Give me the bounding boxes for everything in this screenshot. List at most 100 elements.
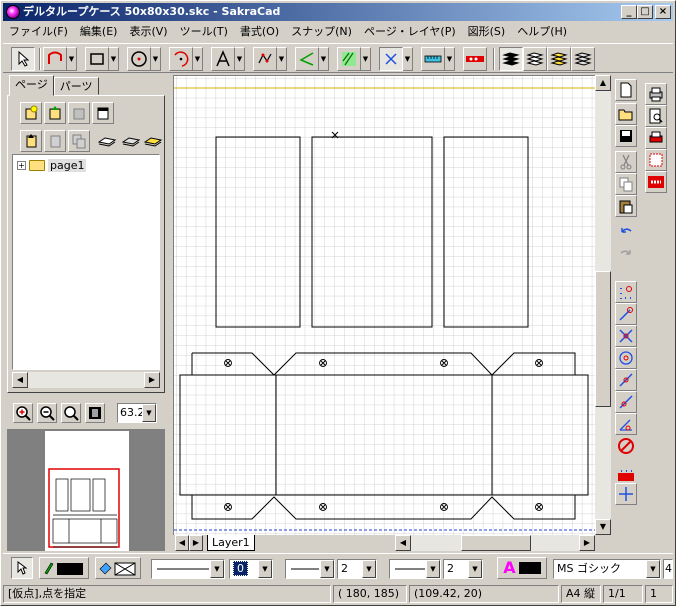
insert-page-button[interactable] [44,102,66,124]
expand-icon[interactable]: + [17,161,26,170]
menu-tool[interactable]: ツール(T) [174,22,234,41]
scroll-track[interactable] [28,372,144,388]
chevron-down-icon[interactable]: ▼ [320,560,334,578]
line-style-select[interactable]: ▼ [151,559,225,579]
rectangle-tool-button[interactable] [85,47,109,71]
maximize-button[interactable]: □ [637,5,653,19]
angle-dropdown[interactable]: ▼ [319,47,329,71]
scroll-track[interactable] [411,535,579,551]
circle-tool-button[interactable] [127,47,151,71]
hatch-dropdown[interactable]: ▼ [361,47,371,71]
snap-center-button[interactable] [615,347,637,369]
close-button[interactable]: × [655,5,671,19]
fill-color-button[interactable] [95,557,141,579]
open-file-button[interactable] [615,103,637,125]
rectangle-dropdown[interactable]: ▼ [109,47,119,71]
menu-format[interactable]: 書式(O) [234,22,285,41]
chevron-down-icon[interactable]: ▼ [646,560,660,578]
layer-prev-icon[interactable]: ◀ [175,535,189,551]
snap-intersection-button[interactable] [615,325,637,347]
paste-button[interactable] [615,195,637,217]
tab-page[interactable]: ページ [9,75,54,96]
ruler-dropdown[interactable]: ▼ [445,47,455,71]
layer-white-button[interactable] [96,130,118,152]
text-color-button[interactable]: A [497,557,547,579]
snap-cross-button[interactable] [379,47,403,71]
text-dropdown[interactable]: ▼ [235,47,245,71]
printer-setup-button[interactable] [645,127,667,149]
polyline-dropdown[interactable]: ▼ [67,47,77,71]
hatch-tool-button[interactable] [337,47,361,71]
snap-endpoint-button[interactable] [615,303,637,325]
menu-file[interactable]: ファイル(F) [3,22,74,41]
page-tree[interactable]: + page1 [12,154,160,370]
layer-yellow-button[interactable] [142,130,164,152]
page-up-button[interactable] [20,130,42,152]
new-page-button[interactable] [20,102,42,124]
text-tool-button[interactable] [211,47,235,71]
scroll-left-icon[interactable]: ◀ [395,535,411,551]
dimension-tool-button[interactable] [253,47,277,71]
menu-view[interactable]: 表示(V) [123,22,173,41]
menu-snap[interactable]: スナップ(N) [285,22,358,41]
layer-tab[interactable]: Layer1 [207,535,255,551]
snap-dropdown[interactable]: ▼ [403,47,413,71]
ruler-tool-button[interactable] [421,47,445,71]
scroll-right-icon[interactable]: ▶ [144,372,160,388]
snap-off-button[interactable] [615,435,637,457]
line-color-button[interactable] [39,557,89,579]
layer-stack-black-button[interactable] [499,47,523,71]
layer-stack-white-button[interactable] [523,47,547,71]
save-button[interactable] [615,125,637,147]
font-size-select[interactable]: 4 [663,559,673,579]
print-button[interactable] [645,83,667,105]
scroll-down-icon[interactable]: ▼ [595,519,611,535]
minimize-button[interactable]: _ [621,5,637,19]
arrow-type-select[interactable]: ▼ [389,559,441,579]
redo-button[interactable] [615,243,637,265]
page-properties-button[interactable] [92,102,114,124]
circle-dropdown[interactable]: ▼ [151,47,161,71]
chevron-down-icon[interactable]: ▼ [362,560,376,578]
zoom-in-button[interactable] [13,403,33,423]
drawing-canvas[interactable] [173,75,611,551]
canvas-hscrollbar[interactable]: ◀ ▶ [395,535,595,551]
color-index-select[interactable]: 0 ▼ [229,559,273,579]
snap-on-line-button[interactable] [615,391,637,413]
scroll-thumb[interactable] [595,271,611,407]
scroll-left-icon[interactable]: ◀ [12,372,28,388]
scroll-up-icon[interactable]: ▲ [595,75,611,91]
layer-stack-yellow-button[interactable] [547,47,571,71]
menu-shape[interactable]: 図形(S) [462,22,512,41]
page-down-button[interactable] [44,130,66,152]
chevron-down-icon[interactable]: ▼ [142,404,156,422]
undo-button[interactable] [615,221,637,243]
polyline-tool-button[interactable] [43,47,67,71]
mode-button[interactable] [463,47,487,71]
copy-page-button[interactable] [68,102,90,124]
layer-next-icon[interactable]: ▶ [189,535,203,551]
layer-gray-button[interactable] [120,130,142,152]
layer-stack-gray-button[interactable] [571,47,595,71]
canvas-vscrollbar[interactable]: ▲ ▼ [595,75,611,535]
menu-help[interactable]: ヘルプ(H) [511,22,573,41]
app-logo-icon[interactable] [6,5,20,19]
snap-point-button[interactable] [615,281,637,303]
font-select[interactable]: MS ゴシック ▼ [553,559,661,579]
new-file-button[interactable] [615,79,637,101]
arc-dropdown[interactable]: ▼ [193,47,203,71]
drawing-area[interactable] [174,76,596,536]
chevron-down-icon[interactable]: ▼ [210,560,224,578]
tab-parts[interactable]: パーツ [53,77,99,95]
select-tool-button[interactable] [11,47,35,71]
tree-item-page1[interactable]: + page1 [17,159,87,172]
menu-edit[interactable]: 編集(E) [74,22,124,41]
title-bar[interactable]: デルタループケース 50x80x30.skc - SakraCad _ □ × [3,3,673,21]
print-preview-button[interactable] [645,105,667,127]
menu-page-layer[interactable]: ページ・レイヤ(P) [358,22,462,41]
dimension-dropdown[interactable]: ▼ [277,47,287,71]
tree-hscrollbar[interactable]: ◀ ▶ [12,372,160,388]
chevron-down-icon[interactable]: ▼ [258,560,272,578]
zoom-window-button[interactable] [61,403,81,423]
zoom-out-button[interactable] [37,403,57,423]
